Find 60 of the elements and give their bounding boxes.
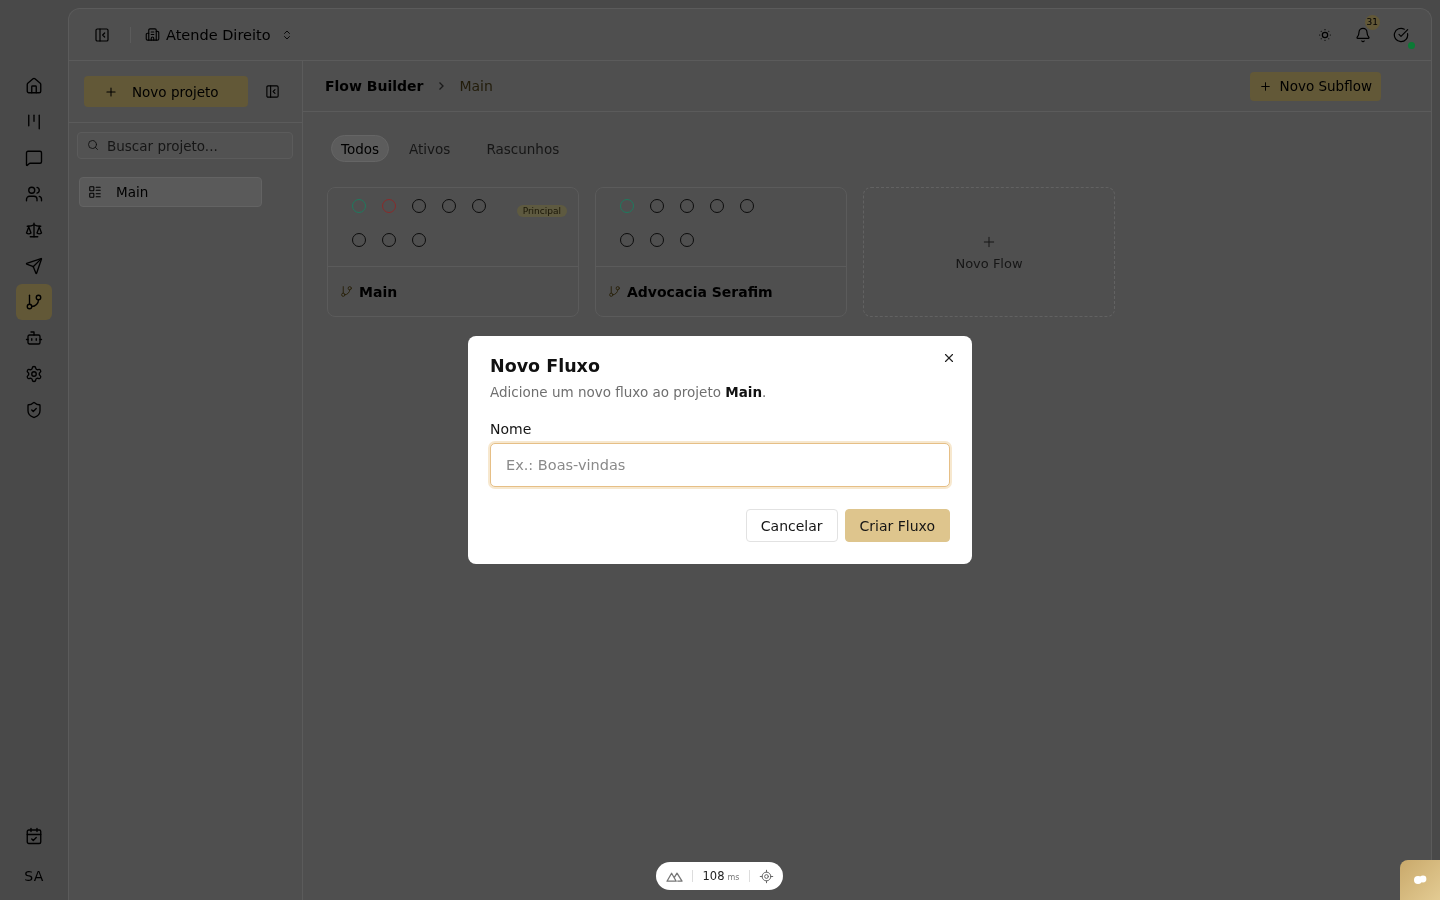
user-initials[interactable]: SA xyxy=(24,868,44,884)
name-input-field[interactable]: Ex.: Boas-vindas xyxy=(490,443,950,487)
check-circle-icon xyxy=(1393,26,1409,43)
notification-count: 31 xyxy=(1364,14,1380,30)
new-flow-card[interactable]: Novo Flow xyxy=(863,187,1115,317)
panel-toggle-button[interactable] xyxy=(265,84,280,99)
building-icon xyxy=(145,27,160,42)
project-item[interactable]: Main xyxy=(79,177,262,207)
chat-bubbles-icon xyxy=(1413,875,1427,885)
shield-check-icon xyxy=(25,401,43,419)
branch-icon xyxy=(25,293,43,311)
theme-button[interactable] xyxy=(1317,26,1333,43)
workspace-switcher[interactable]: Atende Direito xyxy=(145,26,293,43)
flow-card[interactable]: Advocacia Serafim xyxy=(595,187,847,317)
dialog-description: Adicione um novo fluxo ao projeto Main. xyxy=(490,384,767,400)
sun-icon xyxy=(1317,26,1333,43)
breadcrumb-item[interactable]: Flow Builder xyxy=(325,78,424,94)
users-icon xyxy=(25,185,43,203)
status-button[interactable] xyxy=(1393,26,1409,43)
chat-icon xyxy=(25,149,43,167)
new-project-button[interactable]: Novo projeto xyxy=(84,76,248,107)
flow-name: Main xyxy=(359,283,398,300)
plus-icon xyxy=(1258,79,1272,93)
branch-icon xyxy=(608,285,621,298)
list-icon xyxy=(88,185,102,199)
branch-icon xyxy=(340,285,353,298)
kanban-icon xyxy=(25,113,43,131)
breadcrumb-item[interactable]: Main xyxy=(459,78,493,94)
flow-card[interactable]: Principal Main xyxy=(327,187,579,317)
principal-badge: Principal xyxy=(516,205,567,217)
home-icon xyxy=(25,77,43,95)
mountain-logo-icon[interactable] xyxy=(666,870,683,882)
dialog-title: Novo Fluxo xyxy=(490,356,600,376)
sidebar-toggle-button[interactable] xyxy=(94,26,110,43)
calendar-check-icon xyxy=(25,827,43,845)
panel-collapse-icon xyxy=(265,84,280,99)
crosshair-icon xyxy=(759,868,774,884)
robot-icon xyxy=(25,329,43,347)
plus-icon xyxy=(104,84,118,99)
filter-tab[interactable]: Ativos xyxy=(399,135,461,162)
render-time: 108 ms xyxy=(702,869,740,883)
nav-button[interactable] xyxy=(16,284,52,320)
bell-icon xyxy=(1355,26,1371,43)
chat-widget-button[interactable] xyxy=(1400,860,1440,900)
field-label: Nome xyxy=(490,421,532,437)
notifications-button[interactable] xyxy=(1355,26,1371,43)
send-icon xyxy=(25,257,43,275)
scale-icon xyxy=(25,221,43,239)
settings-icon xyxy=(25,365,43,383)
filter-tab[interactable]: Todos xyxy=(331,135,390,162)
inspect-button[interactable] xyxy=(759,868,774,884)
filter-tab[interactable]: Rascunhos xyxy=(476,135,570,162)
close-icon xyxy=(942,351,956,365)
create-button[interactable]: Criar Fluxo xyxy=(844,509,950,542)
panel-collapse-icon xyxy=(94,26,110,43)
cancel-button[interactable]: Cancelar xyxy=(745,509,838,542)
flow-name: Advocacia Serafim xyxy=(627,283,773,300)
search-icon xyxy=(87,139,99,151)
new-subflow-button[interactable]: Novo Subflow xyxy=(1249,71,1381,101)
search-field[interactable]: Buscar projeto... xyxy=(77,132,293,159)
